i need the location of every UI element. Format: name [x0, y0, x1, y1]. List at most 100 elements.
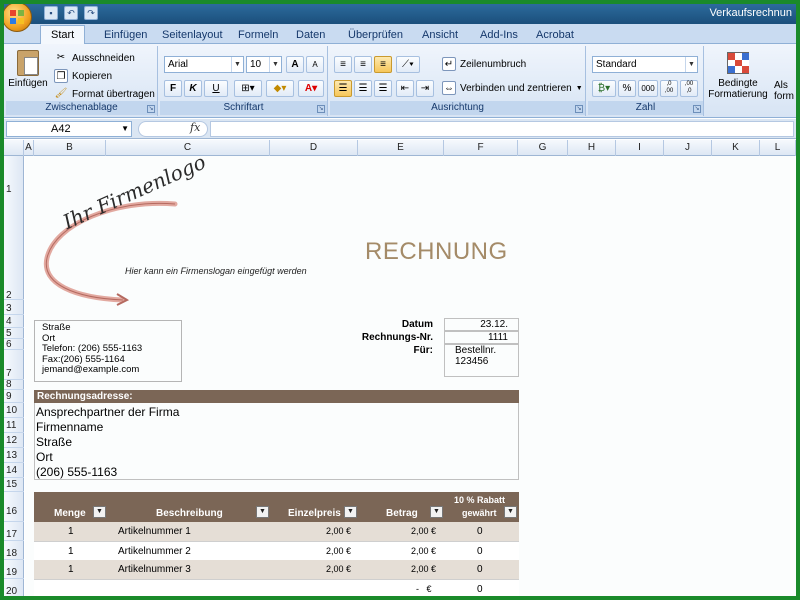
fill-color-button[interactable]: ◆▾ — [266, 80, 294, 97]
row-header-2[interactable]: 2 — [4, 290, 24, 302]
tab-formeln[interactable]: Formeln — [228, 26, 288, 44]
merge-center-button[interactable]: ⇔ Verbinden und zentrieren ▼ — [442, 80, 583, 96]
tab-ueberpruefen[interactable]: Überprüfen — [338, 26, 413, 44]
percent-button[interactable]: % — [618, 80, 636, 97]
align-right-button[interactable]: ☰ — [374, 80, 392, 97]
invoice-number-value[interactable]: 1111 — [444, 331, 519, 344]
orientation-button[interactable]: ⟋▾ — [396, 56, 420, 73]
order-number-box[interactable]: Bestellnr. 123456 — [444, 344, 519, 377]
row-header-15[interactable]: 15 — [4, 478, 24, 492]
copy-button[interactable]: ❐ Kopieren — [54, 68, 112, 84]
insert-function-icon[interactable]: fx — [190, 121, 200, 134]
table-row[interactable]: - € 0 — [34, 579, 519, 596]
currency-button[interactable]: ₿▾ — [592, 80, 616, 97]
align-middle-button[interactable]: ≡ — [354, 56, 372, 73]
tab-acrobat[interactable]: Acrobat — [526, 26, 584, 44]
font-name-select[interactable]: Arial ▼ — [164, 56, 244, 73]
conditional-formatting-button[interactable]: Bedingte Formatierung — [708, 52, 768, 100]
alignment-launcher-icon[interactable]: ↘ — [575, 105, 583, 113]
clipboard-launcher-icon[interactable]: ↘ — [147, 105, 155, 113]
redo-icon[interactable]: ↷ — [84, 6, 98, 20]
font-size-select[interactable]: 10 ▼ — [246, 56, 282, 73]
filter-discount-icon[interactable]: ▼ — [504, 506, 517, 518]
format-painter-button[interactable]: 🖌 Format übertragen — [54, 86, 155, 102]
align-left-button[interactable]: ☰ — [334, 80, 352, 97]
tab-add-ins[interactable]: Add-Ins — [470, 26, 528, 44]
filter-unit-price-icon[interactable]: ▼ — [344, 506, 357, 518]
row-header-1[interactable]: 1 — [4, 156, 24, 300]
cut-button[interactable]: ✂ Ausschneiden — [54, 50, 135, 66]
font-color-button[interactable]: A▾ — [298, 80, 324, 97]
col-header-e[interactable]: E — [358, 140, 444, 156]
col-header-i[interactable]: I — [616, 140, 664, 156]
col-header-c[interactable]: C — [106, 140, 270, 156]
col-header-d[interactable]: D — [270, 140, 358, 156]
row-header-13[interactable]: 13 — [4, 448, 24, 463]
borders-button[interactable]: ⊞▾ — [234, 80, 262, 97]
increase-decimal-button[interactable]: ,0 ,00 — [660, 80, 678, 97]
col-header-h[interactable]: H — [568, 140, 616, 156]
filter-qty-icon[interactable]: ▼ — [93, 506, 106, 518]
date-value[interactable]: 23.12. — [444, 318, 519, 331]
align-center-button[interactable]: ☰ — [354, 80, 372, 97]
row-header-9[interactable]: 9 — [4, 390, 24, 403]
row-header-5[interactable]: 5 — [4, 328, 24, 339]
bold-button[interactable]: F — [164, 80, 182, 97]
row-header-7[interactable]: 7 — [4, 350, 24, 380]
filter-amount-icon[interactable]: ▼ — [430, 506, 443, 518]
decrease-decimal-button[interactable]: ,00 ,0 — [680, 80, 698, 97]
tab-einfuegen[interactable]: Einfügen — [94, 26, 157, 44]
row-desc: Artikelnummer 2 — [118, 546, 191, 557]
col-header-l[interactable]: L — [760, 140, 796, 156]
grow-font-button[interactable]: A — [286, 56, 304, 73]
italic-button[interactable]: K — [184, 80, 202, 97]
number-format-select[interactable]: Standard ▼ — [592, 56, 698, 73]
tab-start[interactable]: Start — [40, 25, 86, 45]
thousands-button[interactable]: 000 — [638, 80, 658, 97]
paste-button[interactable]: Einfügen — [8, 50, 48, 89]
col-header-j[interactable]: J — [664, 140, 712, 156]
save-icon[interactable]: ▪ — [44, 6, 58, 20]
col-header-g[interactable]: G — [518, 140, 568, 156]
row-header-19[interactable]: 19 — [4, 560, 24, 579]
tab-daten[interactable]: Daten — [286, 26, 335, 44]
align-bottom-button[interactable]: ≡ — [374, 56, 392, 73]
table-row[interactable]: 1 Artikelnummer 3 2,00 € 2,00 € 0 — [34, 560, 519, 579]
number-launcher-icon[interactable]: ↘ — [693, 105, 701, 113]
tab-seitenlayout[interactable]: Seitenlayout — [152, 26, 233, 44]
row-header-18[interactable]: 18 — [4, 541, 24, 560]
invoice-title: RECHNUNG — [365, 238, 508, 265]
row-header-16[interactable]: 16 — [4, 492, 24, 522]
align-top-button[interactable]: ≡ — [334, 56, 352, 73]
col-header-b[interactable]: B — [34, 140, 106, 156]
row-header-8[interactable]: 8 — [4, 380, 24, 390]
tab-ansicht[interactable]: Ansicht — [412, 26, 468, 44]
shrink-font-button[interactable]: A — [306, 56, 324, 73]
formula-input[interactable] — [210, 121, 794, 137]
table-row[interactable]: 1 Artikelnummer 2 2,00 € 2,00 € 0 — [34, 541, 519, 560]
font-launcher-icon[interactable]: ↘ — [317, 105, 325, 113]
row-header-10[interactable]: 10 — [4, 403, 24, 418]
table-row[interactable]: 1 Artikelnummer 1 2,00 € 2,00 € 0 — [34, 522, 519, 541]
row-header-11[interactable]: 11 — [4, 418, 24, 433]
increase-indent-button[interactable]: ⇥ — [416, 80, 434, 97]
worksheet[interactable]: Ihr Firmenlogo Hier kann ein Firmensloga… — [25, 156, 796, 596]
wrap-text-button[interactable]: ↵ Zeilenumbruch — [442, 56, 526, 72]
name-box[interactable]: A42 ▼ — [6, 121, 132, 137]
decrease-indent-button[interactable]: ⇤ — [396, 80, 414, 97]
row-header-14[interactable]: 14 — [4, 463, 24, 478]
select-all-corner[interactable] — [4, 140, 24, 156]
row-header-20[interactable]: 20 — [4, 579, 24, 596]
filter-desc-icon[interactable]: ▼ — [256, 506, 269, 518]
col-header-f[interactable]: F — [444, 140, 518, 156]
undo-icon[interactable]: ↶ — [64, 6, 78, 20]
col-header-k[interactable]: K — [712, 140, 760, 156]
row-header-12[interactable]: 12 — [4, 433, 24, 448]
row-header-4[interactable]: 4 — [4, 315, 24, 328]
col-header-a[interactable]: A — [24, 140, 34, 156]
row-header-3[interactable]: 3 — [4, 302, 24, 315]
row-header-6[interactable]: 6 — [4, 339, 24, 350]
format-as-table-button[interactable]: Als form — [774, 80, 796, 102]
row-header-17[interactable]: 17 — [4, 522, 24, 541]
underline-button[interactable]: U — [204, 80, 228, 97]
